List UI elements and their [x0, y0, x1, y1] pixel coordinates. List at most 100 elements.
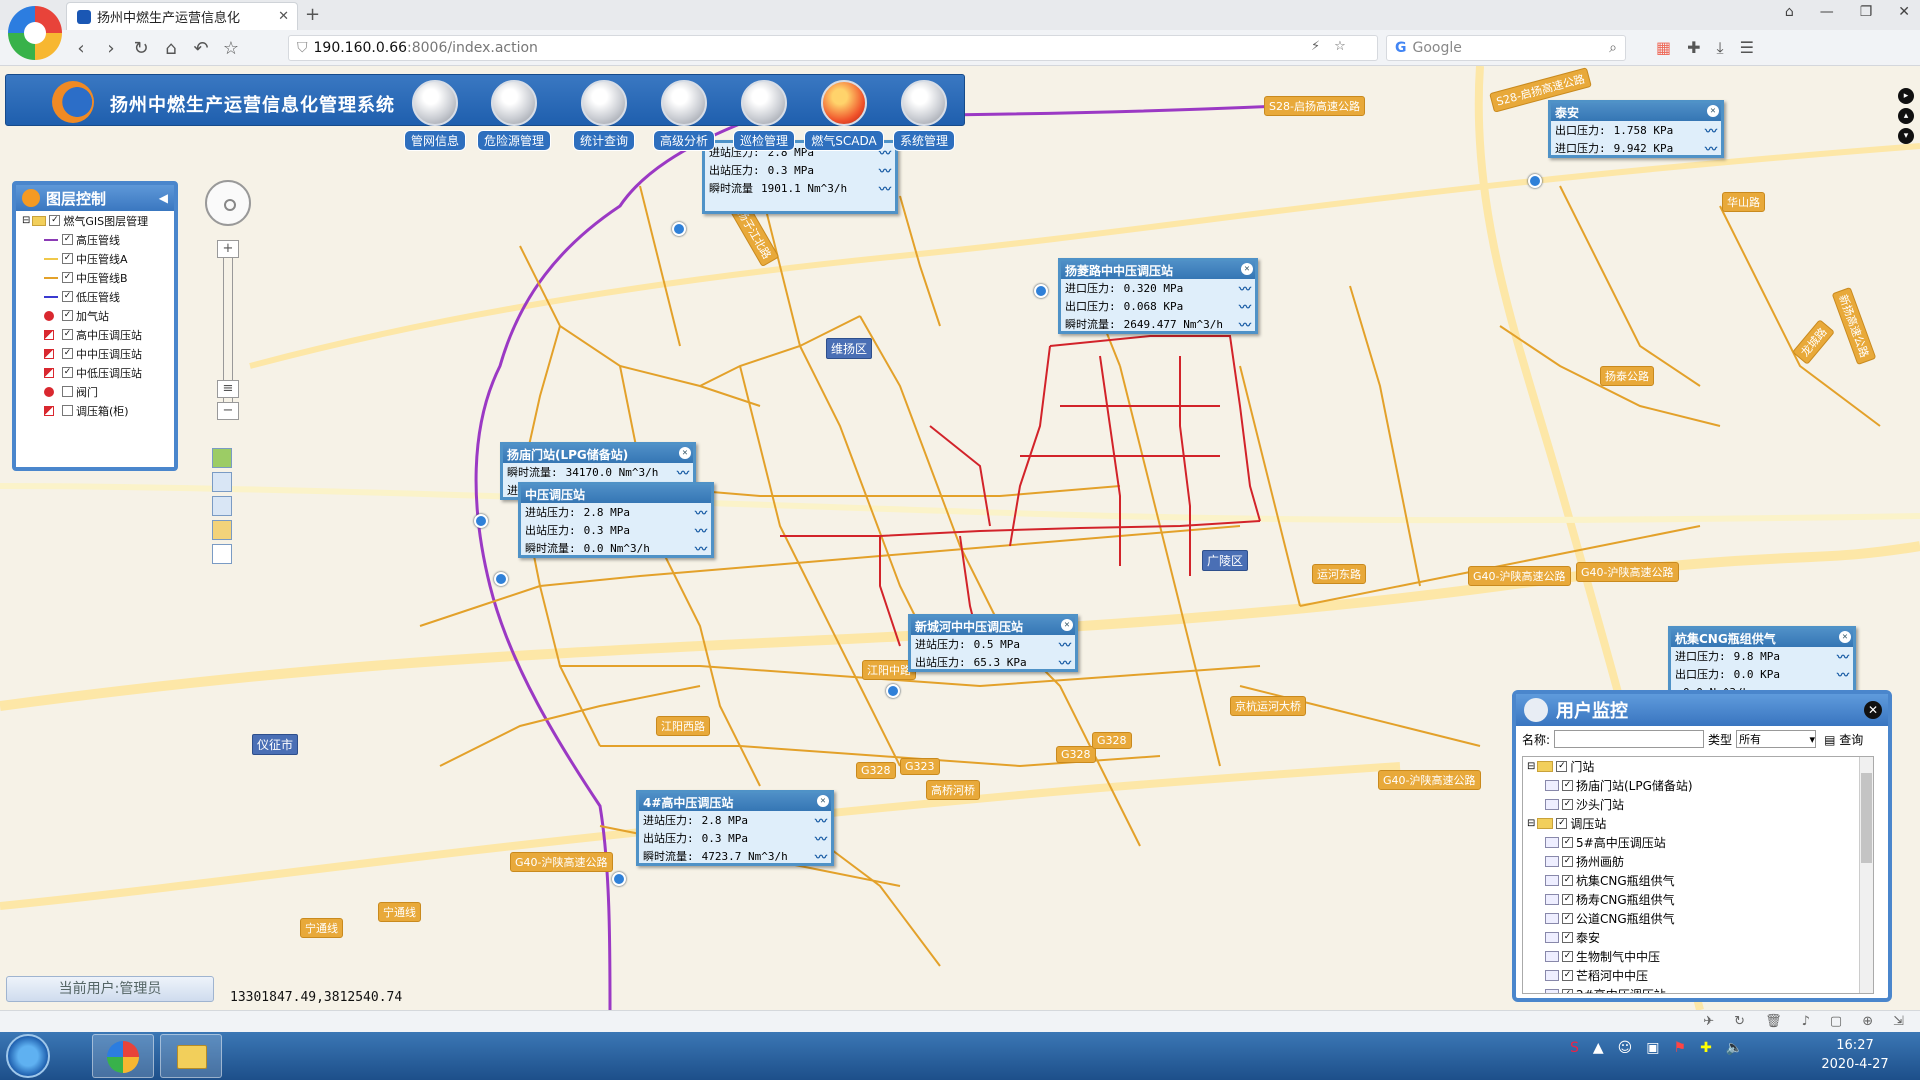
tree-item[interactable]: ✓ 沙头门站	[1523, 795, 1873, 814]
close-popup-icon[interactable]: ✕	[1061, 619, 1073, 631]
refresh-icon[interactable]: ↻	[1734, 1014, 1745, 1029]
tree-checkbox[interactable]: ✓	[1562, 913, 1573, 924]
tree-checkbox[interactable]: ✓	[1562, 970, 1573, 981]
tree-checkbox[interactable]: ✓	[1562, 799, 1573, 810]
zoom-in-button[interactable]: +	[217, 240, 239, 258]
layer-checkbox[interactable]	[62, 386, 73, 397]
trend-icon[interactable]: 〰	[815, 812, 827, 829]
layer-checkbox[interactable]: ✓	[49, 215, 61, 226]
name-input[interactable]	[1554, 730, 1705, 748]
zoom-out-button[interactable]: −	[217, 402, 239, 420]
tree-checkbox[interactable]: ✓	[1562, 989, 1573, 993]
undo-icon[interactable]: ↶	[186, 38, 216, 59]
reload-icon[interactable]: ↻	[126, 38, 156, 59]
tree-item[interactable]: ✓ 5#高中压调压站	[1523, 833, 1873, 852]
station-pin[interactable]	[1528, 174, 1542, 188]
toolbar-button-hazard[interactable]: 危险源管理	[474, 80, 554, 151]
extension-icon[interactable]: ✚	[1687, 38, 1700, 58]
layer-checkbox[interactable]: ✓	[62, 367, 73, 378]
print-icon[interactable]	[212, 544, 232, 564]
back-icon[interactable]: ‹	[66, 38, 96, 59]
taskbar-explorer[interactable]	[160, 1034, 222, 1078]
zoom-handle[interactable]: ≡	[217, 380, 239, 398]
close-popup-icon[interactable]: ✕	[1707, 105, 1719, 117]
tree-item[interactable]: ✓ 杭集CNG瓶组供气	[1523, 871, 1873, 890]
toolbar-button-inspect[interactable]: 巡检管理	[724, 80, 804, 151]
tree-checkbox[interactable]: ✓	[1562, 875, 1573, 886]
station-pin[interactable]	[494, 572, 508, 586]
shirt-skin-icon[interactable]: ⌂	[1785, 4, 1794, 20]
tree-checkbox[interactable]: ✓	[1562, 837, 1573, 848]
speaker-icon[interactable]: 🔈	[1726, 1040, 1743, 1056]
tray-arrow-icon[interactable]: ▲	[1593, 1040, 1604, 1056]
trend-icon[interactable]: 〰	[1705, 122, 1717, 139]
new-tab-button[interactable]: +	[305, 4, 320, 25]
tree-checkbox[interactable]: ✓	[1556, 818, 1568, 829]
star-icon[interactable]: ☆	[216, 38, 246, 59]
toolbar-button-system[interactable]: 系统管理	[884, 80, 964, 151]
layer-checkbox[interactable]: ✓	[62, 272, 73, 283]
layers-icon[interactable]	[212, 496, 232, 516]
tree-item[interactable]: ✓ 公道CNG瓶组供气	[1523, 909, 1873, 928]
tree-item[interactable]: ✓ 杨寿CNG瓶组供气	[1523, 890, 1873, 909]
trend-icon[interactable]: 〰	[1059, 654, 1071, 671]
trend-icon[interactable]: 〰	[1837, 666, 1849, 683]
minimize-button[interactable]: —	[1820, 4, 1834, 20]
trash-icon[interactable]: 🗑	[1765, 1014, 1782, 1029]
trend-icon[interactable]: 〰	[1239, 298, 1251, 315]
station-pin[interactable]	[886, 684, 900, 698]
tree-minus-icon[interactable]: ⊟	[22, 215, 30, 226]
trend-icon[interactable]: 〰	[815, 848, 827, 865]
tree-item[interactable]: ✓2#高中压调压站	[1523, 985, 1873, 993]
trend-icon[interactable]: 〰	[695, 522, 707, 539]
tree-item[interactable]: ✓ 芒稻河中中压	[1523, 966, 1873, 985]
network-icon[interactable]: ▣	[1646, 1040, 1659, 1056]
locate-icon[interactable]	[212, 448, 232, 468]
resize-icon[interactable]: ⇲	[1893, 1014, 1904, 1029]
down-icon[interactable]: ▾	[1898, 128, 1914, 144]
layer-item[interactable]: ✓ 高压管线	[16, 230, 174, 249]
scrollbar[interactable]	[1859, 757, 1873, 993]
layer-root[interactable]: ⊟ ✓ 燃气GIS图层管理	[16, 211, 174, 230]
clock[interactable]: 16:27 2020-4-27	[1810, 1036, 1900, 1074]
browser-tab[interactable]: 扬州中燃生产运营信息化 ✕	[66, 2, 298, 30]
layer-item[interactable]: 调压箱(柜)	[16, 401, 174, 420]
trend-icon[interactable]: 〰	[1059, 636, 1071, 653]
trend-icon[interactable]: 〰	[1239, 280, 1251, 297]
layer-item[interactable]: ✓ 加气站	[16, 306, 174, 325]
trend-icon[interactable]: 〰	[879, 162, 891, 179]
trend-icon[interactable]: 〰	[677, 464, 689, 481]
address-bar[interactable]: ⛉ 190.160.0.66 :8006/index.action	[288, 35, 1378, 61]
tree-item[interactable]: ✓ 扬州画舫	[1523, 852, 1873, 871]
toolbar-button-analysis[interactable]: 高级分析	[644, 80, 724, 151]
layer-checkbox[interactable]: ✓	[62, 310, 73, 321]
download-icon[interactable]: ⤓	[1717, 38, 1724, 58]
close-popup-icon[interactable]: ✕	[1241, 263, 1253, 275]
tree-minus-icon[interactable]: ⊟	[1527, 818, 1535, 829]
pin-icon[interactable]: ✈	[1703, 1014, 1714, 1029]
station-pin[interactable]	[612, 872, 626, 886]
tree-item[interactable]: ✓ 泰安	[1523, 928, 1873, 947]
zoom-icon[interactable]: ⊕	[1862, 1014, 1873, 1029]
toolbar-button-pipe-info[interactable]: 管网信息	[395, 80, 475, 151]
next-icon[interactable]: ▸	[1898, 88, 1914, 104]
station-pin[interactable]	[474, 514, 488, 528]
tree-checkbox[interactable]: ✓	[1562, 856, 1573, 867]
collapse-icon[interactable]: ◀	[159, 191, 168, 205]
layer-item[interactable]: ✓ 低压管线	[16, 287, 174, 306]
scroll-thumb[interactable]	[1861, 773, 1872, 863]
flag-icon[interactable]: ⚑	[1674, 1040, 1687, 1056]
station-pin[interactable]	[1034, 284, 1048, 298]
trend-icon[interactable]: 〰	[695, 540, 707, 557]
overview-icon[interactable]	[212, 472, 232, 492]
layer-checkbox[interactable]: ✓	[62, 291, 73, 302]
layer-checkbox[interactable]: ✓	[62, 253, 73, 264]
layer-item[interactable]: ✓ 高中压调压站	[16, 325, 174, 344]
layer-checkbox[interactable]: ✓	[62, 234, 73, 245]
pan-icon[interactable]	[205, 180, 251, 226]
tree-checkbox[interactable]: ✓	[1556, 761, 1568, 772]
trend-icon[interactable]: 〰	[1239, 316, 1251, 333]
measure-icon[interactable]	[212, 520, 232, 540]
query-button[interactable]: ▤ 查询	[1824, 731, 1863, 748]
search-icon[interactable]: ⌕	[1609, 40, 1617, 56]
